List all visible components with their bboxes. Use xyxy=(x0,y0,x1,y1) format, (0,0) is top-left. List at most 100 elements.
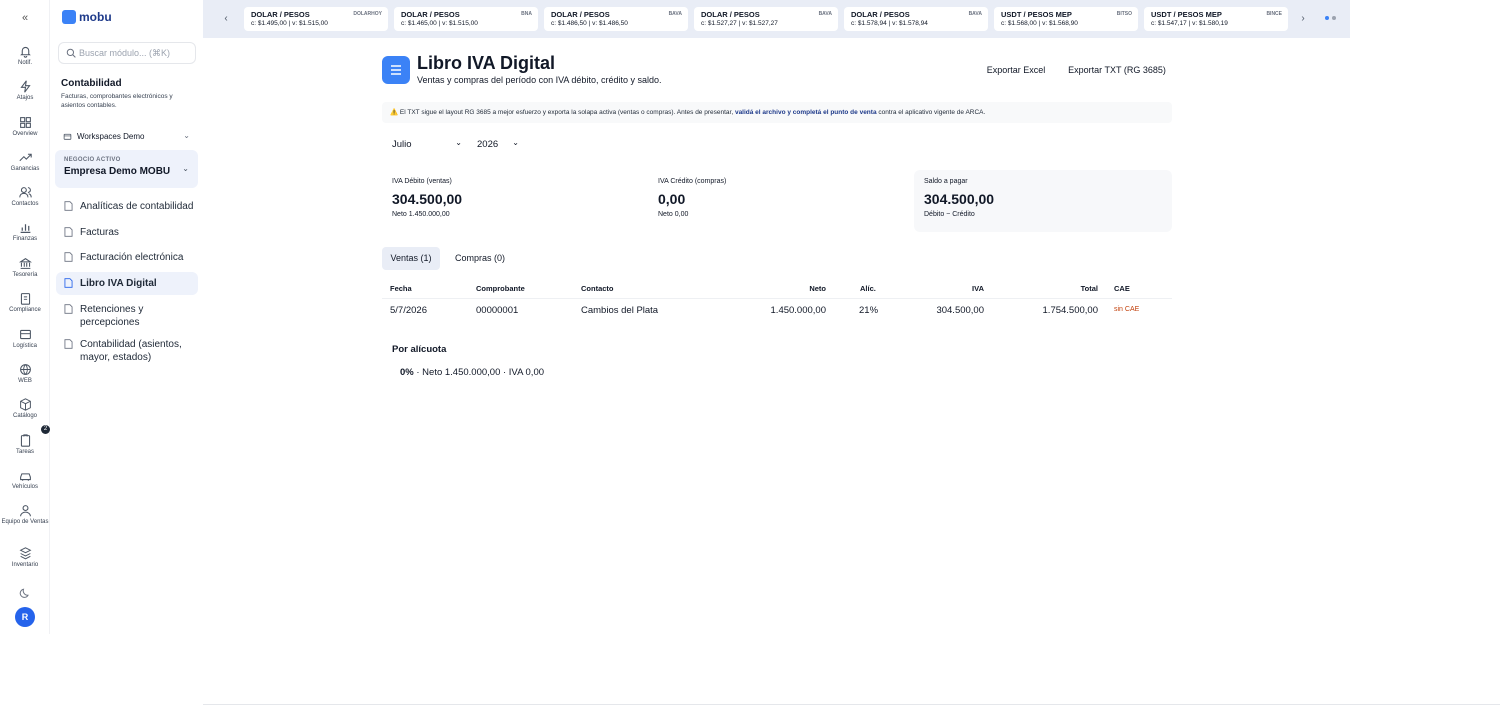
document-icon xyxy=(64,304,73,314)
clipboard-icon xyxy=(20,293,30,305)
rail-item-tesoreria[interactable]: Tesorería xyxy=(0,257,50,279)
tab-compras[interactable]: Compras (0) xyxy=(446,247,514,270)
document-icon xyxy=(64,252,73,262)
box-icon xyxy=(19,329,31,340)
chevron-left-icon[interactable]: ‹ xyxy=(220,12,232,26)
col-alic: Alíc. xyxy=(860,284,876,293)
rail-item-compliance[interactable]: Compliance xyxy=(0,292,50,314)
iva-table: Fecha Comprobante Contacto Neto Alíc. IV… xyxy=(382,279,1172,324)
page-title: Libro IVA Digital xyxy=(417,53,555,73)
ticker-card[interactable]: DOLAR / PESOS BAVA c: $1.527,27 | v: $1.… xyxy=(694,7,838,31)
col-contacto: Contacto xyxy=(581,284,614,293)
globe-icon xyxy=(19,364,31,375)
col-comprobante: Comprobante xyxy=(476,284,525,293)
nav-item-analiticas[interactable]: Analíticas de contabilidad xyxy=(56,200,198,213)
ticker-card[interactable]: DOLAR / PESOS BAVA c: $1.578,94 | v: $1.… xyxy=(844,7,988,31)
chevron-down-icon: ⌄ xyxy=(183,131,190,140)
rail-item-web[interactable]: WEB xyxy=(0,363,50,385)
rail-item-overview[interactable]: Overview xyxy=(0,116,50,138)
document-icon xyxy=(64,339,73,349)
sidebar: mobu Buscar módulo... (⌘K) Contabilidad … xyxy=(50,0,203,634)
nav-item-libro-iva[interactable]: Libro IVA Digital xyxy=(56,272,198,295)
month-select[interactable]: Julio ⌄ xyxy=(392,137,462,152)
task-icon xyxy=(20,434,30,447)
col-total: Total xyxy=(1080,284,1098,293)
collapse-icon[interactable]: « xyxy=(17,10,33,26)
by-rate-title: Por alícuota xyxy=(392,344,447,355)
chevron-right-icon[interactable]: › xyxy=(1297,12,1309,26)
export-excel-button[interactable]: Exportar Excel xyxy=(983,62,1049,78)
ticker-card[interactable]: DOLAR / PESOS BNA c: $1.465,00 | v: $1.5… xyxy=(394,7,538,31)
document-icon xyxy=(64,278,73,288)
workspace-icon xyxy=(63,133,72,140)
section-title: Contabilidad xyxy=(61,78,122,89)
icon-rail: « Notif. Atajos Overview Ganancias Conta… xyxy=(0,0,50,634)
bar-chart-icon xyxy=(20,224,30,233)
kpi-saldo: Saldo a pagar 304.500,00 Débito − Crédit… xyxy=(914,170,1172,232)
ticker-bar: ‹ DOLAR / PESOS DOLARHOY c: $1.495,00 | … xyxy=(203,0,1350,38)
kpi-iva-debito: IVA Débito (ventas) 304.500,00 Neto 1.45… xyxy=(382,170,640,232)
book-icon xyxy=(382,56,410,84)
by-rate-row: 0% · Neto 1.450.000,00 · IVA 0,00 xyxy=(400,367,545,378)
bolt-icon xyxy=(19,80,31,93)
business-label: NEGOCIO ACTIVO xyxy=(64,157,121,163)
workspace-selector[interactable]: Workspaces Demo ⌄ xyxy=(58,128,196,144)
search-input[interactable]: Buscar módulo... (⌘K) xyxy=(58,42,196,64)
kpi-iva-credito: IVA Crédito (compras) 0,00 Neto 0,00 xyxy=(648,170,906,232)
nav-item-facturas[interactable]: Facturas xyxy=(56,226,198,239)
search-icon xyxy=(66,48,76,58)
bank-icon xyxy=(18,257,32,269)
logo[interactable]: mobu xyxy=(62,10,112,24)
ticker-card[interactable]: DOLAR / PESOS DOLARHOY c: $1.495,00 | v:… xyxy=(244,7,388,31)
tab-ventas[interactable]: Ventas (1) xyxy=(382,247,440,270)
grid-icon xyxy=(19,117,31,128)
stack-icon xyxy=(19,547,31,560)
nav-item-facturacion-electronica[interactable]: Facturación electrónica xyxy=(56,251,198,264)
rail-item-finanzas[interactable]: Finanzas xyxy=(0,221,50,243)
dark-mode-icon[interactable] xyxy=(19,587,31,599)
col-cae: CAE xyxy=(1114,284,1130,293)
col-neto: Neto xyxy=(809,284,826,293)
ticker-pagination[interactable] xyxy=(1325,16,1336,20)
section-subtitle: Facturas, comprobantes electrónicos y as… xyxy=(61,93,173,109)
active-business-selector[interactable]: NEGOCIO ACTIVO Empresa Demo MOBU ⌄ xyxy=(55,150,198,188)
warning-banner: ⚠️ El TXT sigue el layout RG 3685 a mejo… xyxy=(382,102,1172,123)
nav-item-retenciones[interactable]: Retenciones y percepciones xyxy=(56,303,198,329)
export-txt-button[interactable]: Exportar TXT (RG 3685) xyxy=(1067,62,1167,78)
col-fecha: Fecha xyxy=(390,284,412,293)
rail-item-atajos[interactable]: Atajos xyxy=(0,80,50,102)
package-icon xyxy=(19,398,31,411)
page-subtitle: Ventas y compras del período con IVA déb… xyxy=(417,75,662,85)
team-icon xyxy=(19,505,31,517)
col-iva: IVA xyxy=(972,284,984,293)
rail-item-vehiculos[interactable]: Vehículos xyxy=(0,469,50,491)
rail-item-ganancias[interactable]: Ganancias xyxy=(0,151,50,173)
document-icon xyxy=(64,201,73,211)
rail-item-catalogo[interactable]: Catálogo xyxy=(0,398,50,420)
rail-item-notif[interactable]: Notif. xyxy=(0,45,50,67)
chevron-down-icon: ⌄ xyxy=(182,164,189,173)
trend-icon xyxy=(18,153,32,162)
car-icon xyxy=(19,473,31,481)
ticker-card[interactable]: DOLAR / PESOS BAVA c: $1.486,50 | v: $1.… xyxy=(544,7,688,31)
document-icon xyxy=(64,227,73,237)
business-name: Empresa Demo MOBU xyxy=(64,166,171,177)
year-select[interactable]: 2026 ⌄ xyxy=(477,137,519,152)
rail-item-inventario[interactable]: Inventario xyxy=(0,547,50,569)
main-content: ‹ DOLAR / PESOS DOLARHOY c: $1.495,00 | … xyxy=(203,0,1350,705)
rail-item-contactos[interactable]: Contactos xyxy=(0,186,50,208)
avatar[interactable]: R xyxy=(15,607,35,627)
logo-icon xyxy=(62,10,76,24)
row-divider xyxy=(382,298,1172,299)
ticker-card[interactable]: USDT / PESOS MEP BINCE c: $1.547,17 | v:… xyxy=(1144,7,1288,31)
chevron-down-icon: ⌄ xyxy=(512,138,519,147)
rail-item-equipo-ventas[interactable]: Equipo de Ventas xyxy=(0,504,50,526)
bell-icon xyxy=(19,46,31,58)
rail-item-tareas[interactable]: Tareas xyxy=(0,434,50,456)
users-icon xyxy=(18,187,32,198)
ticker-card[interactable]: USDT / PESOS MEP BITSO c: $1.568,00 | v:… xyxy=(994,7,1138,31)
rail-item-logistica[interactable]: Logística xyxy=(0,328,50,350)
tasks-badge: 2 xyxy=(41,425,50,434)
nav-item-contabilidad[interactable]: Contabilidad (asientos, mayor, estados) xyxy=(56,338,198,364)
status-badge: sin CAE xyxy=(1114,306,1140,313)
